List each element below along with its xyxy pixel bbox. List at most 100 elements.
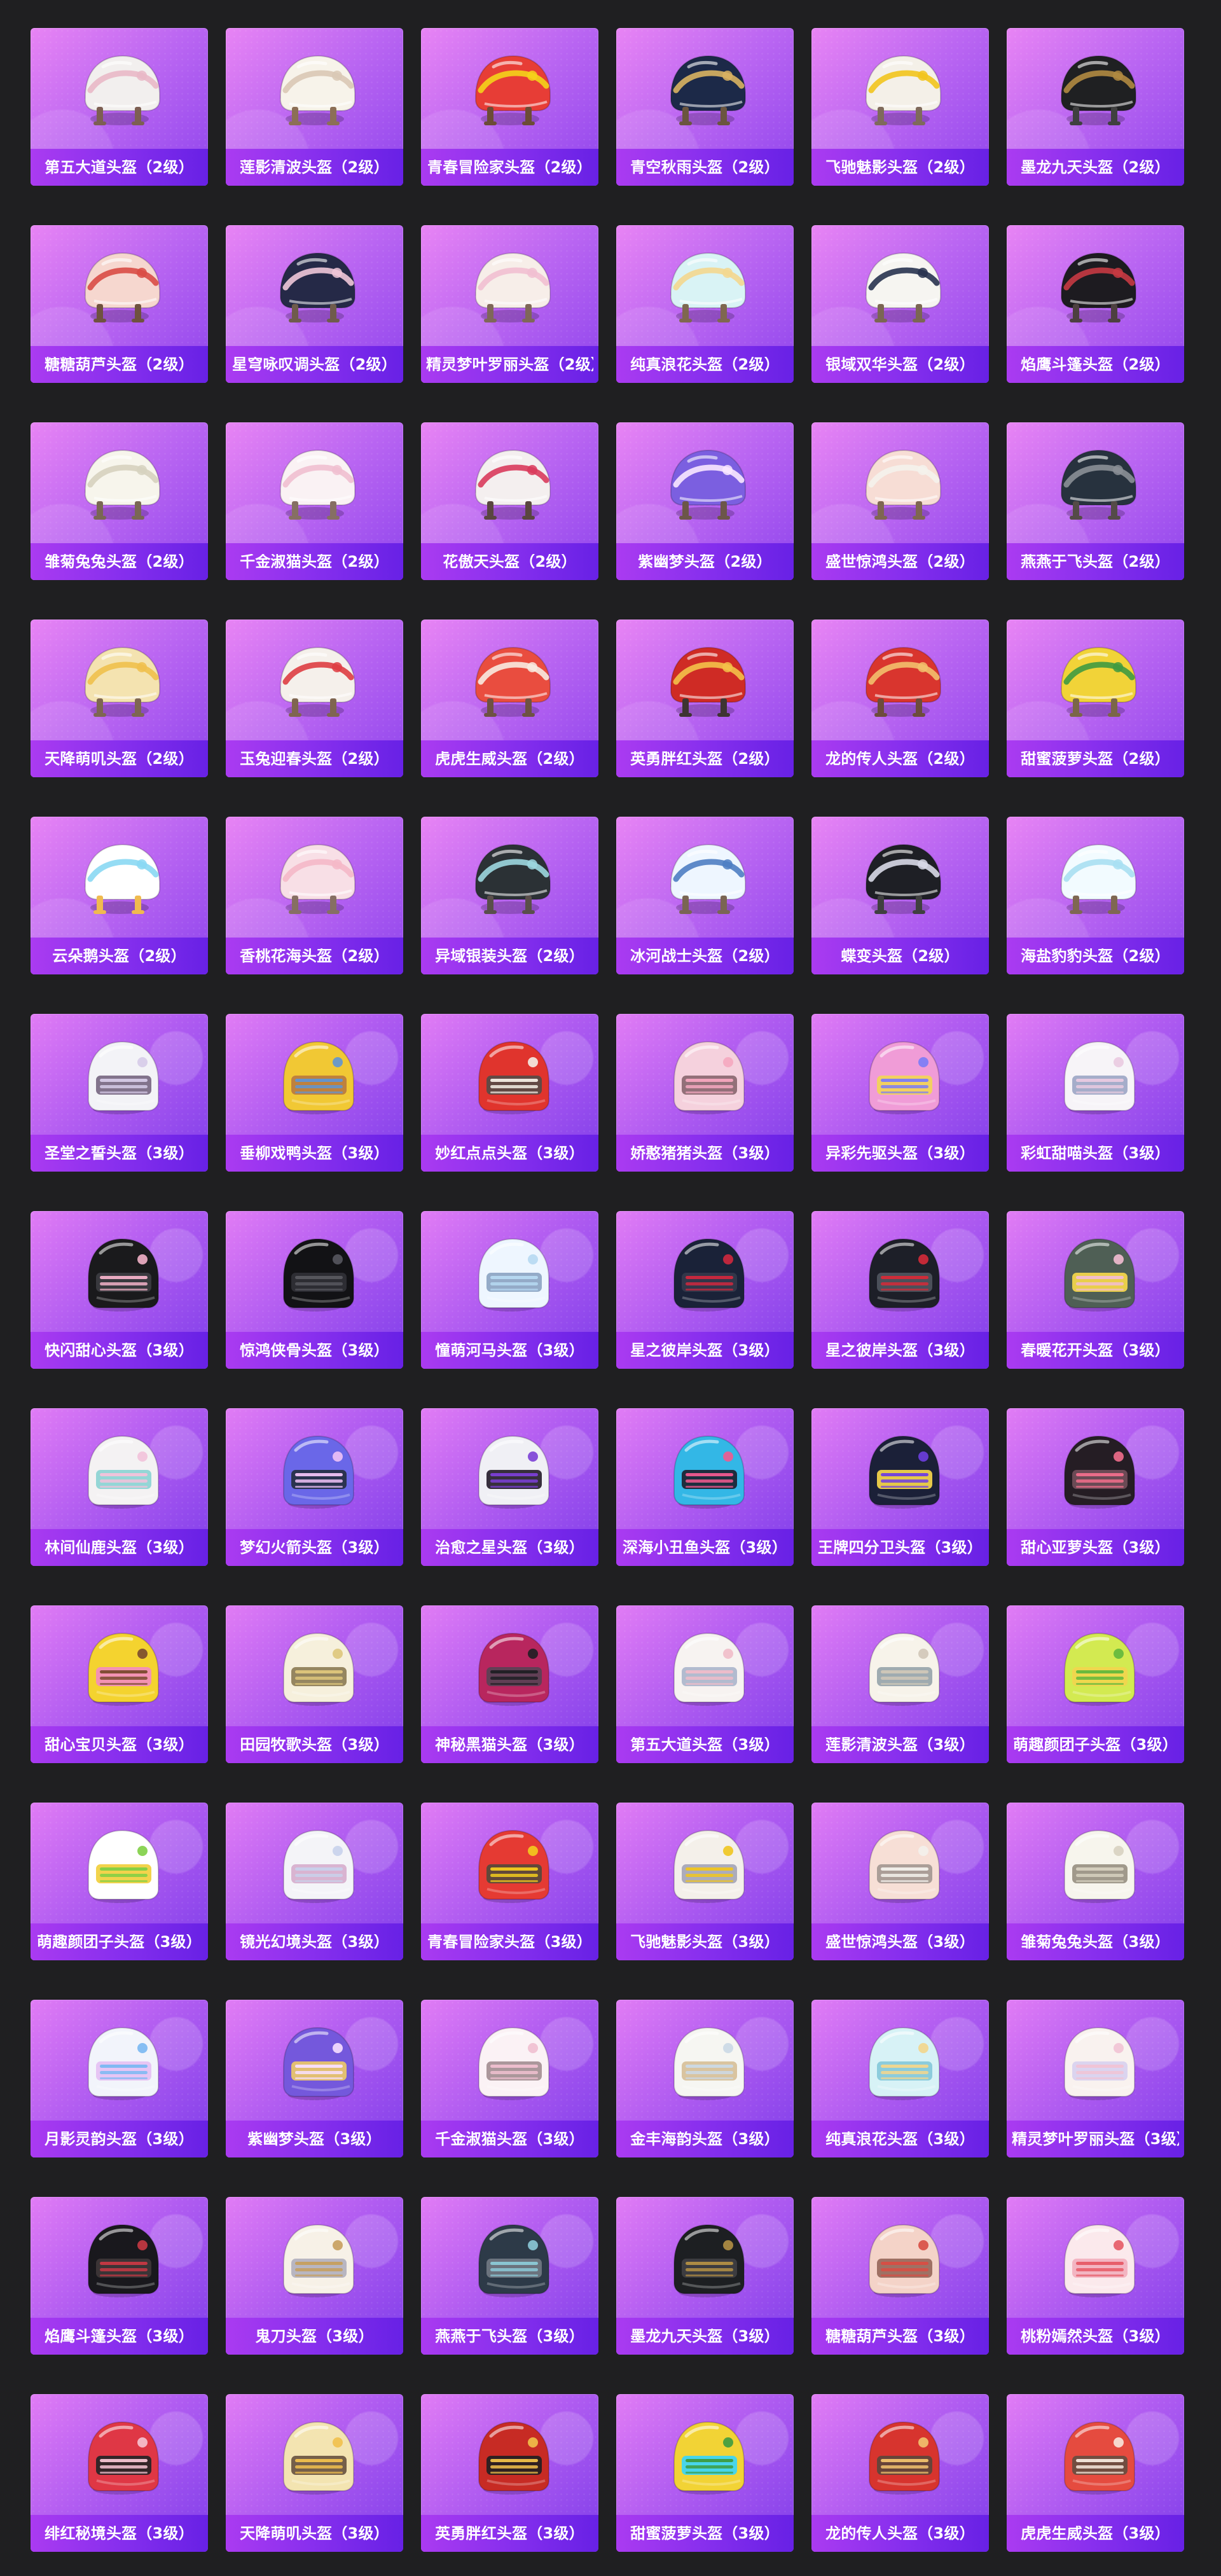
helmet-name-bar: 银域双华头盔（2级）	[811, 346, 989, 383]
helmet-card[interactable]: 香桃花海头盔（2级）	[226, 817, 403, 974]
helmet-icon	[261, 2213, 368, 2306]
helmet-card[interactable]: 快闪甜心头盔（3级）	[31, 1211, 208, 1369]
helmet-card[interactable]: 星之彼岸头盔（3级）	[811, 1211, 989, 1369]
helmet-card[interactable]: 玉兔迎春头盔（2级）	[226, 620, 403, 777]
helmet-card[interactable]: 月影灵韵头盔（3级）	[31, 2000, 208, 2157]
helmet-card[interactable]: 憧萌河马头盔（3级）	[421, 1211, 598, 1369]
helmet-card[interactable]: 鬼刀头盔（3级）	[226, 2197, 403, 2355]
helmet-card[interactable]: 盛世惊鸿头盔（3级）	[811, 1803, 989, 1960]
helmet-card[interactable]: 龙的传人头盔（3级）	[811, 2394, 989, 2552]
helmet-name-bar: 青空秋雨头盔（2级）	[616, 149, 794, 186]
helmet-card[interactable]: 第五大道头盔（3级）	[616, 1605, 794, 1763]
helmet-card[interactable]: 燕燕于飞头盔（3级）	[421, 2197, 598, 2355]
helmet-card[interactable]: 天降萌叽头盔（2级）	[31, 620, 208, 777]
helmet-card[interactable]: 圣堂之誓头盔（3级）	[31, 1014, 208, 1172]
helmet-card[interactable]: 天降萌叽头盔（3级）	[226, 2394, 403, 2552]
helmet-icon	[652, 636, 759, 729]
helmet-card[interactable]: 雏菊兔兔头盔（3级）	[1007, 1803, 1184, 1960]
helmet-card[interactable]: 精灵梦叶罗丽头盔（2级）	[421, 225, 598, 383]
helmet-card[interactable]: 彩虹甜喵头盔（3级）	[1007, 1014, 1184, 1172]
helmet-card[interactable]: 异域银装头盔（2级）	[421, 817, 598, 974]
helmet-card[interactable]: 甜心宝贝头盔（3级）	[31, 1605, 208, 1763]
helmet-card[interactable]: 千金淑猫头盔（3级）	[421, 2000, 598, 2157]
helmet-card[interactable]: 娇憨猪猪头盔（3级）	[616, 1014, 794, 1172]
helmet-card[interactable]: 萌趣颜团子头盔（3级）	[31, 1803, 208, 1960]
helmet-card[interactable]: 盛世惊鸿头盔（2级）	[811, 422, 989, 580]
helmet-card[interactable]: 青春冒险家头盔（2级）	[421, 28, 598, 186]
helmet-card[interactable]: 墨龙九天头盔（3级）	[616, 2197, 794, 2355]
helmet-icon	[1042, 2016, 1149, 2109]
helmet-card[interactable]: 墨龙九天头盔（2级）	[1007, 28, 1184, 186]
helmet-card[interactable]: 糖糖葫芦头盔（2级）	[31, 225, 208, 383]
helmet-card[interactable]: 林间仙鹿头盔（3级）	[31, 1408, 208, 1566]
helmet-card[interactable]: 萌趣颜团子头盔（3级）	[1007, 1605, 1184, 1763]
helmet-card[interactable]: 第五大道头盔（2级）	[31, 28, 208, 186]
helmet-name: 第五大道头盔（2级）	[45, 160, 194, 175]
helmet-card[interactable]: 海盐豹豹头盔（2级）	[1007, 817, 1184, 974]
helmet-card[interactable]: 甜蜜菠萝头盔（2级）	[1007, 620, 1184, 777]
helmet-card[interactable]: 绯红秘境头盔（3级）	[31, 2394, 208, 2552]
helmet-name-bar: 彩虹甜喵头盔（3级）	[1007, 1135, 1184, 1172]
helmet-name: 甜心宝贝头盔（3级）	[45, 1737, 194, 1752]
helmet-card[interactable]: 冰河战士头盔（2级）	[616, 817, 794, 974]
helmet-card[interactable]: 王牌四分卫头盔（3级）	[811, 1408, 989, 1566]
helmet-name: 糖糖葫芦头盔（3级）	[825, 2329, 975, 2344]
helmet-icon	[652, 439, 759, 532]
helmet-card[interactable]: 紫幽梦头盔（3级）	[226, 2000, 403, 2157]
helmet-card[interactable]: 垂柳戏鸭头盔（3级）	[226, 1014, 403, 1172]
helmet-card[interactable]: 飞驰魅影头盔（2级）	[811, 28, 989, 186]
helmet-card[interactable]: 镜光幻境头盔（3级）	[226, 1803, 403, 1960]
helmet-card[interactable]: 蝶变头盔（2级）	[811, 817, 989, 974]
helmet-card[interactable]: 银域双华头盔（2级）	[811, 225, 989, 383]
helmet-card[interactable]: 燕燕于飞头盔（2级）	[1007, 422, 1184, 580]
helmet-card[interactable]: 花傲天头盔（2级）	[421, 422, 598, 580]
helmet-card[interactable]: 飞驰魅影头盔（3级）	[616, 1803, 794, 1960]
helmet-name: 星之彼岸头盔（3级）	[630, 1343, 780, 1358]
helmet-name-bar: 王牌四分卫头盔（3级）	[811, 1529, 989, 1566]
helmet-card[interactable]: 治愈之星头盔（3级）	[421, 1408, 598, 1566]
helmet-card[interactable]: 神秘黑猫头盔（3级）	[421, 1605, 598, 1763]
helmet-card[interactable]: 焰鹰斗篷头盔（3级）	[31, 2197, 208, 2355]
helmet-card[interactable]: 千金淑猫头盔（2级）	[226, 422, 403, 580]
helmet-card[interactable]: 英勇胖红头盔（2级）	[616, 620, 794, 777]
helmet-card[interactable]: 金丰海韵头盔（3级）	[616, 2000, 794, 2157]
helmet-card[interactable]: 青春冒险家头盔（3级）	[421, 1803, 598, 1960]
helmet-card[interactable]: 莲影清波头盔（2级）	[226, 28, 403, 186]
helmet-icon	[66, 45, 173, 137]
helmet-icon	[457, 45, 563, 137]
helmet-name: 飞驰魅影头盔（2级）	[825, 160, 975, 175]
helmet-card[interactable]: 甜心亚萝头盔（3级）	[1007, 1408, 1184, 1566]
helmet-card[interactable]: 甜蜜菠萝头盔（3级）	[616, 2394, 794, 2552]
helmet-card[interactable]: 青空秋雨头盔（2级）	[616, 28, 794, 186]
helmet-card[interactable]: 梦幻火箭头盔（3级）	[226, 1408, 403, 1566]
helmet-name: 冰河战士头盔（2级）	[630, 948, 780, 964]
helmet-card[interactable]: 虎虎生威头盔（3级）	[1007, 2394, 1184, 2552]
helmet-card[interactable]: 纯真浪花头盔（2级）	[616, 225, 794, 383]
helmet-name-bar: 英勇胖红头盔（2级）	[616, 740, 794, 777]
helmet-card[interactable]: 英勇胖红头盔（3级）	[421, 2394, 598, 2552]
helmet-card[interactable]: 纯真浪花头盔（3级）	[811, 2000, 989, 2157]
helmet-card[interactable]: 虎虎生威头盔（2级）	[421, 620, 598, 777]
helmet-icon	[66, 242, 173, 335]
helmet-card[interactable]: 焰鹰斗篷头盔（2级）	[1007, 225, 1184, 383]
helmet-card[interactable]: 田园牧歌头盔（3级）	[226, 1605, 403, 1763]
helmet-card[interactable]: 深海小丑鱼头盔（3级）	[616, 1408, 794, 1566]
helmet-card[interactable]: 紫幽梦头盔（2级）	[616, 422, 794, 580]
helmet-name-bar: 快闪甜心头盔（3级）	[31, 1332, 208, 1369]
helmet-card[interactable]: 精灵梦叶罗丽头盔（3级）	[1007, 2000, 1184, 2157]
helmet-card[interactable]: 莲影清波头盔（3级）	[811, 1605, 989, 1763]
helmet-name: 娇憨猪猪头盔（3级）	[630, 1146, 780, 1161]
helmet-card[interactable]: 龙的传人头盔（2级）	[811, 620, 989, 777]
helmet-card[interactable]: 妙红点点头盔（3级）	[421, 1014, 598, 1172]
helmet-icon	[261, 2411, 368, 2503]
helmet-card[interactable]: 春暖花开头盔（3级）	[1007, 1211, 1184, 1369]
helmet-card[interactable]: 雏菊兔兔头盔（2级）	[31, 422, 208, 580]
helmet-card[interactable]: 惊鸿侠骨头盔（3级）	[226, 1211, 403, 1369]
helmet-card[interactable]: 星穹咏叹调头盔（2级）	[226, 225, 403, 383]
helmet-card[interactable]: 云朵鹅头盔（2级）	[31, 817, 208, 974]
helmet-card[interactable]: 桃粉嫣然头盔（3级）	[1007, 2197, 1184, 2355]
helmet-card[interactable]: 星之彼岸头盔（3级）	[616, 1211, 794, 1369]
helmet-card[interactable]: 糖糖葫芦头盔（3级）	[811, 2197, 989, 2355]
helmet-name: 雏菊兔兔头盔（2级）	[45, 554, 194, 569]
helmet-card[interactable]: 异彩先驱头盔（3级）	[811, 1014, 989, 1172]
